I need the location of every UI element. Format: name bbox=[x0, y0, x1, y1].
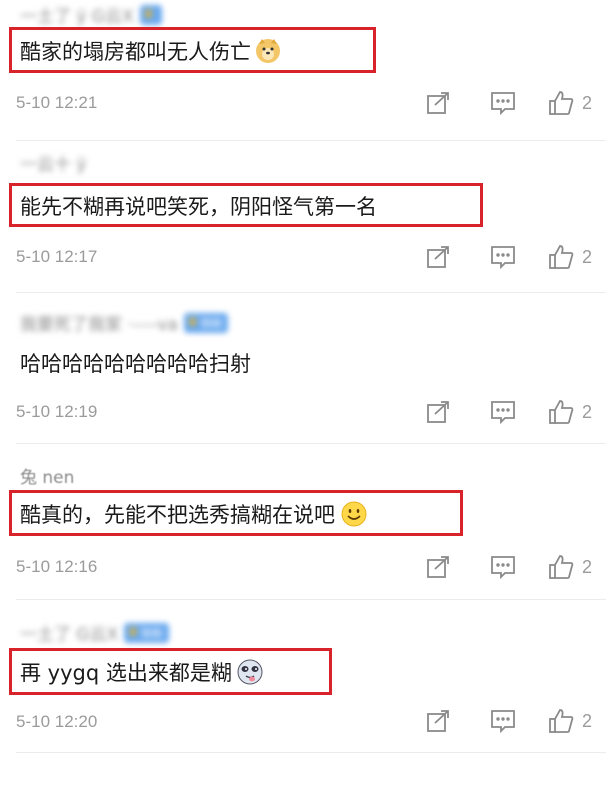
divider bbox=[16, 752, 606, 753]
share-icon bbox=[427, 401, 449, 423]
comment-actions: 2 bbox=[426, 708, 592, 734]
comment-icon bbox=[491, 401, 515, 424]
like-count: 2 bbox=[581, 710, 592, 731]
like-icon bbox=[549, 709, 574, 733]
share-button[interactable] bbox=[426, 555, 450, 579]
share-button[interactable] bbox=[426, 91, 450, 115]
reply-button[interactable] bbox=[490, 555, 516, 579]
divider bbox=[16, 140, 606, 141]
fan-badge: ♛ bbox=[139, 4, 163, 25]
comment-username[interactable]: 一云十 ÿ bbox=[20, 150, 86, 175]
like-button[interactable]: 2 bbox=[548, 399, 592, 425]
comment-icon bbox=[491, 92, 515, 115]
comment-actions: 2 bbox=[426, 554, 592, 580]
like-count: 2 bbox=[581, 401, 592, 422]
comment-username[interactable]: 兔 nen bbox=[20, 463, 74, 488]
comment-text: 再 yygq 选出来都是糊 bbox=[20, 657, 263, 687]
share-button[interactable] bbox=[426, 709, 450, 733]
like-icon bbox=[549, 245, 574, 269]
comment-icon bbox=[491, 710, 515, 733]
comment-actions: 2 bbox=[426, 244, 592, 270]
comment-icon bbox=[491, 246, 515, 269]
divider bbox=[16, 443, 606, 444]
fan-badge: ♛ 铁粉 bbox=[124, 622, 169, 643]
comment-actions: 2 bbox=[426, 399, 592, 425]
comment-actions: 2 bbox=[426, 90, 592, 116]
like-count: 2 bbox=[581, 246, 592, 267]
comment-text: 能先不糊再说吧笑死，阴阳怪气第一名 bbox=[20, 195, 377, 219]
like-button[interactable]: 2 bbox=[548, 244, 592, 270]
divider bbox=[16, 292, 606, 293]
divider bbox=[16, 599, 606, 600]
fan-badge: ♛ 铁粉 bbox=[183, 312, 229, 333]
smile-emoji bbox=[341, 501, 367, 527]
reply-button[interactable] bbox=[490, 91, 516, 115]
tongue-emoji bbox=[237, 659, 263, 685]
comment-time: 5-10 12:21 bbox=[16, 93, 98, 112]
like-button[interactable]: 2 bbox=[548, 90, 592, 116]
comment-time: 5-10 12:16 bbox=[16, 557, 98, 576]
comment-username[interactable]: 一土了 G云X ♛ 铁粉 bbox=[20, 620, 169, 645]
share-icon bbox=[427, 556, 449, 578]
share-button[interactable] bbox=[426, 400, 450, 424]
like-button[interactable]: 2 bbox=[548, 708, 592, 734]
comment-text: 酷家的塌房都叫无人伤亡 bbox=[20, 36, 281, 66]
like-icon bbox=[549, 91, 574, 115]
like-count: 2 bbox=[581, 92, 592, 113]
comment-text: 酷真的，先能不把选秀搞糊在说吧 bbox=[20, 499, 367, 529]
comment-username[interactable]: 一土了 ÿ G云X ♛ bbox=[20, 2, 163, 27]
like-icon bbox=[549, 400, 574, 424]
comment-icon bbox=[491, 556, 515, 579]
comment-username[interactable]: 我要死了我家 ·----va ♛ 铁粉 bbox=[20, 310, 229, 335]
comment-time: 5-10 12:17 bbox=[16, 247, 98, 266]
reply-button[interactable] bbox=[490, 400, 516, 424]
doge-emoji bbox=[256, 39, 280, 63]
reply-button[interactable] bbox=[490, 245, 516, 269]
reply-button[interactable] bbox=[490, 709, 516, 733]
like-button[interactable]: 2 bbox=[548, 554, 592, 580]
share-button[interactable] bbox=[426, 245, 450, 269]
like-icon bbox=[549, 555, 574, 579]
share-icon bbox=[427, 710, 449, 732]
comment-text: 哈哈哈哈哈哈哈哈哈扫射 bbox=[20, 352, 251, 376]
share-icon bbox=[427, 92, 449, 114]
comment-time: 5-10 12:19 bbox=[16, 402, 98, 421]
share-icon bbox=[427, 246, 449, 268]
comment-time: 5-10 12:20 bbox=[16, 712, 98, 731]
like-count: 2 bbox=[581, 556, 592, 577]
